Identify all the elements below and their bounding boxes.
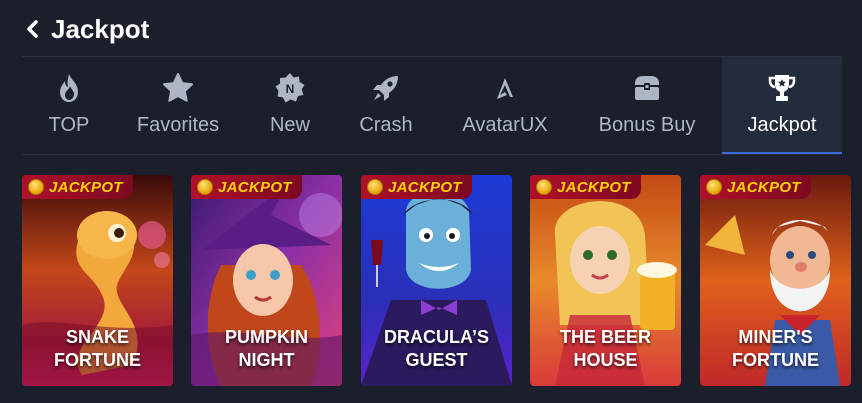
tab-crash[interactable]: Crash (344, 57, 428, 154)
star-icon (163, 73, 193, 102)
game-title: PUMPKIN NIGHT (224, 327, 308, 370)
tab-bonus-buy[interactable]: Bonus Buy (588, 57, 706, 154)
page-title: Jackpot (51, 14, 150, 44)
game-card-miners-fortune[interactable]: JACKPOT MINER'S FORTUNE (700, 175, 851, 386)
coin-icon (28, 179, 44, 195)
game-title: DRACULA’S GUEST (383, 327, 489, 370)
tab-label: New (269, 114, 310, 136)
badge-label: JACKPOT (218, 178, 292, 196)
tab-label: Crash (359, 114, 413, 136)
jackpot-badge: JACKPOT (700, 175, 811, 199)
page-header: Jackpot (0, 0, 862, 56)
avatarux-logo-icon (497, 78, 513, 99)
tab-label: TOP (48, 114, 90, 136)
coin-icon (536, 179, 552, 195)
tab-avatarux[interactable]: AvatarUX (452, 57, 558, 154)
jackpot-badge: JACKPOT (530, 175, 641, 199)
back-arrow-icon[interactable] (22, 18, 44, 40)
game-card-pumpkin-night[interactable]: JACKPOT PUMPKIN NIGHT (191, 175, 342, 386)
svg-text:N: N (286, 82, 295, 96)
game-card-draculas-guest[interactable]: JACKPOT DRACULA’S GUEST (361, 175, 512, 386)
tab-label: AvatarUX (462, 114, 548, 136)
rocket-icon (373, 76, 398, 101)
tabs-divider (22, 154, 842, 155)
game-title: SNAKE FORTUNE (54, 327, 141, 370)
game-card-the-beer-house[interactable]: JACKPOT THE BEER HOUSE (530, 175, 681, 386)
tab-top[interactable]: TOP (22, 57, 116, 154)
tab-label: Bonus Buy (598, 114, 696, 136)
badge-label: JACKPOT (727, 178, 801, 196)
coin-icon (706, 179, 722, 195)
chest-icon (635, 76, 659, 100)
coin-icon (197, 179, 213, 195)
coin-icon (367, 179, 383, 195)
badge-label: JACKPOT (557, 178, 631, 196)
jackpot-badge: JACKPOT (22, 175, 133, 199)
tab-jackpot[interactable]: Jackpot (722, 57, 842, 154)
flame-icon (60, 74, 78, 102)
new-badge-icon: N (275, 73, 305, 103)
tab-new[interactable]: N New (248, 57, 332, 154)
trophy-icon (768, 75, 796, 101)
category-tabs: TOP Favorites N New Crash AvatarUX Bonus… (22, 57, 842, 154)
game-title: THE BEER HOUSE (559, 327, 651, 370)
tab-favorites[interactable]: Favorites (126, 57, 230, 154)
game-grid: JACKPOT SNAKE FORTUNE JACKPOT PUMPKIN NI… (22, 175, 851, 387)
jackpot-badge: JACKPOT (361, 175, 472, 199)
game-card-snake-fortune[interactable]: JACKPOT SNAKE FORTUNE (22, 175, 173, 386)
jackpot-badge: JACKPOT (191, 175, 302, 199)
game-title: MINER'S FORTUNE (732, 327, 819, 370)
tab-label: Favorites (136, 114, 220, 136)
badge-label: JACKPOT (49, 178, 123, 196)
badge-label: JACKPOT (388, 178, 462, 196)
tab-label: Jackpot (747, 114, 817, 136)
